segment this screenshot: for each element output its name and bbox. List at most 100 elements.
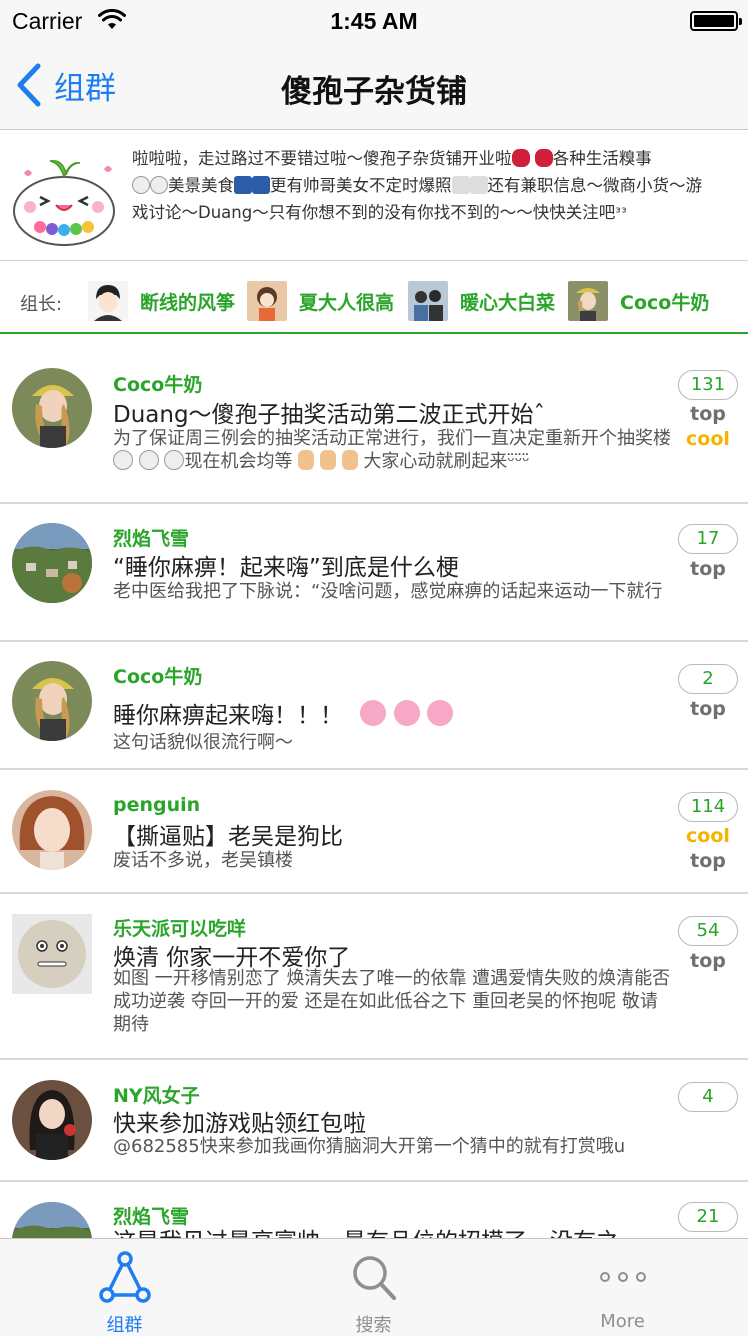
group-leaders: 组长: 断线的风筝 夏大人很高 暖心大白菜 Coco牛奶 <box>0 262 748 334</box>
tab-bar: 组群 搜索 More <box>0 1238 748 1336</box>
avatar <box>408 281 448 321</box>
leader-name: 暖心大白菜 <box>460 291 556 314</box>
avatar <box>12 1202 92 1238</box>
topic-author[interactable]: Coco牛奶 <box>113 370 202 397</box>
cherry-blossom-icon <box>393 700 420 726</box>
group-intro: 啦啦啦，走过路过不要错过啦～傻孢子杂货铺开业啦 各种生活糗事 美景美食 更有帅哥美… <box>0 131 748 261</box>
tab-search[interactable]: 搜索 <box>249 1239 498 1336</box>
shirt-icon <box>252 176 270 194</box>
shoe-icon <box>451 176 470 194</box>
top-tag: top <box>690 698 726 720</box>
reply-count-badge: 4 <box>678 1082 738 1112</box>
topic-author[interactable]: 烈焰飞雪 <box>113 524 189 551</box>
avatar <box>12 661 92 741</box>
avatar <box>12 790 92 870</box>
leaders-label: 组长: <box>20 294 63 315</box>
leader-item[interactable]: 断线的风筝 <box>88 280 235 322</box>
cool-tag: cool <box>686 428 730 450</box>
topic-title-text: 睡你麻痹起来嗨！！！ <box>113 703 343 729</box>
tab-more[interactable]: More <box>498 1239 747 1336</box>
reply-count-badge: 114 <box>678 792 738 822</box>
baseball-icon <box>113 450 133 470</box>
top-tag: top <box>690 850 726 872</box>
tab-label: 搜索 <box>355 1315 392 1336</box>
navigation-bar: 组群 傻孢子杂货铺 <box>0 40 748 130</box>
avatar <box>88 281 128 321</box>
search-icon <box>352 1256 396 1300</box>
topic-title: “睡你麻痹！起来嗨”到底是什么梗 <box>113 555 459 581</box>
reply-count-badge: 17 <box>678 524 738 554</box>
status-time: 1:45 AM <box>330 8 418 34</box>
avatar <box>12 914 92 994</box>
topic-title: 快来参加游戏贴领红包啦 <box>113 1111 366 1137</box>
cherry-blossom-icon <box>360 700 387 726</box>
lips-icon <box>511 149 530 167</box>
topic-row[interactable]: Coco牛奶 睡你麻痹起来嗨！！！ 这句话貌似很流行啊～ 2 top <box>0 642 748 770</box>
topic-row[interactable]: Coco牛奶 Duang～傻孢子抽奖活动第二波正式开始ˆ 为了保证周三例会的抽奖… <box>0 336 748 504</box>
topic-title: 睡你麻痹起来嗨！！！ <box>113 696 663 730</box>
topic-summary: 为了保证周三例会的抽奖活动正常进行，我们一直决定重新开个抽奖楼 现在机会均等 大… <box>113 427 673 473</box>
leader-name: 断线的风筝 <box>140 291 236 314</box>
topic-row[interactable]: 烈焰飞雪 这是我见过最高富帅，最有品位的招模了，没有之 21 <box>0 1182 748 1238</box>
leader-name: Coco牛奶 <box>620 291 710 314</box>
topic-summary-text: 现在机会均等 <box>184 451 293 472</box>
description-text: 各种生活糗事 <box>552 149 652 168</box>
topic-summary: @682585快来参加我画你猜脑洞大开第一个猜中的就有打赏哦u <box>113 1136 626 1157</box>
victory-hand-icon <box>319 450 336 470</box>
topic-summary-text: 为了保证周三例会的抽奖活动正常进行，我们一直决定重新开个抽奖楼 <box>113 428 671 449</box>
topic-summary: 废话不多说，老吴镇楼 <box>113 850 293 871</box>
leader-item[interactable]: 夏大人很高 <box>247 280 394 322</box>
tab-label: 组群 <box>106 1315 143 1336</box>
top-tag: top <box>690 558 726 580</box>
topic-row[interactable]: 乐天派可以吃咩 焕清 你家一开不爱你了 如图 一开移情别恋了 焕清失去了唯一的依… <box>0 894 748 1060</box>
avatar <box>247 281 287 321</box>
lips-icon <box>534 149 553 167</box>
reply-count-badge: 54 <box>678 916 738 946</box>
topic-author[interactable]: penguin <box>113 794 200 816</box>
description-text: 美景美食 <box>168 176 234 195</box>
topic-row[interactable]: penguin 【撕逼贴】老吴是狗比 废话不多说，老吴镇楼 114 cool t… <box>0 770 748 894</box>
description-text: 啦啦啦，走过路过不要错过啦～傻孢子杂货铺开业啦 <box>132 149 512 168</box>
topic-author[interactable]: 乐天派可以吃咩 <box>113 914 246 941</box>
topic-title: 这是我见过最高富帅，最有品位的招模了，没有之 <box>113 1222 663 1238</box>
topic-title: 【撕逼贴】老吴是狗比 <box>113 824 343 850</box>
top-tag: top <box>690 950 726 972</box>
topic-list[interactable]: Coco牛奶 Duang～傻孢子抽奖活动第二波正式开始ˆ 为了保证周三例会的抽奖… <box>0 336 748 1238</box>
shirt-icon <box>234 176 252 194</box>
topic-summary: 老中医给我把了下脉说：“没啥问题，感觉麻痹的话起来运动一下就行 <box>113 581 663 602</box>
avatar <box>12 368 92 448</box>
more-dots-icon <box>599 1272 646 1282</box>
tab-groups[interactable]: 组群 <box>0 1239 249 1336</box>
topic-row[interactable]: 烈焰飞雪 “睡你麻痹！起来嗨”到底是什么梗 老中医给我把了下脉说：“没啥问题，感… <box>0 504 748 642</box>
topic-summary: 如图 一开移情别恋了 焕清失去了唯一的依靠 遭遇爱情失败的焕清能否成功逆袭 夺回… <box>113 968 671 1035</box>
topic-title: Duang～傻孢子抽奖活动第二波正式开始ˆ <box>113 402 546 428</box>
reply-count-badge: 2 <box>678 664 738 694</box>
topic-summary: 这句话貌似很流行啊～ <box>113 732 293 753</box>
leader-item[interactable]: 暖心大白菜 <box>408 280 555 322</box>
baseball-icon <box>164 450 185 470</box>
victory-hand-icon <box>298 450 315 470</box>
cool-tag: cool <box>686 825 730 847</box>
reply-count-badge: 131 <box>678 370 738 400</box>
victory-hand-icon <box>341 450 358 470</box>
reply-count-badge: 21 <box>678 1202 738 1232</box>
description-text: 更有帅哥美女不定时爆照 <box>270 176 452 195</box>
topic-summary-text: 大家心动就刷起来ᵕ̈ᵕ̈ᵕ̈ <box>363 451 530 472</box>
baseball-icon <box>138 450 159 470</box>
avatar <box>12 523 92 603</box>
avatar <box>568 281 608 321</box>
cherry-blossom-icon <box>426 700 453 726</box>
group-description: 啦啦啦，走过路过不要错过啦～傻孢子杂货铺开业啦 各种生活糗事 美景美食 更有帅哥美… <box>132 145 712 226</box>
avatar <box>12 1080 92 1160</box>
baseball-icon <box>150 176 168 194</box>
topic-author[interactable]: Coco牛奶 <box>113 662 202 689</box>
group-logo <box>13 160 115 246</box>
leader-name: 夏大人很高 <box>299 291 395 314</box>
shoe-icon <box>469 176 488 194</box>
leader-item[interactable]: Coco牛奶 <box>568 280 709 322</box>
top-tag: top <box>690 403 726 425</box>
topic-row[interactable]: NY风女子 快来参加游戏贴领红包啦 @682585快来参加我画你猜脑洞大开第一个… <box>0 1060 748 1182</box>
baseball-icon <box>132 176 150 194</box>
tab-label: More <box>600 1311 645 1332</box>
page-title: 傻孢子杂货铺 <box>281 74 467 110</box>
